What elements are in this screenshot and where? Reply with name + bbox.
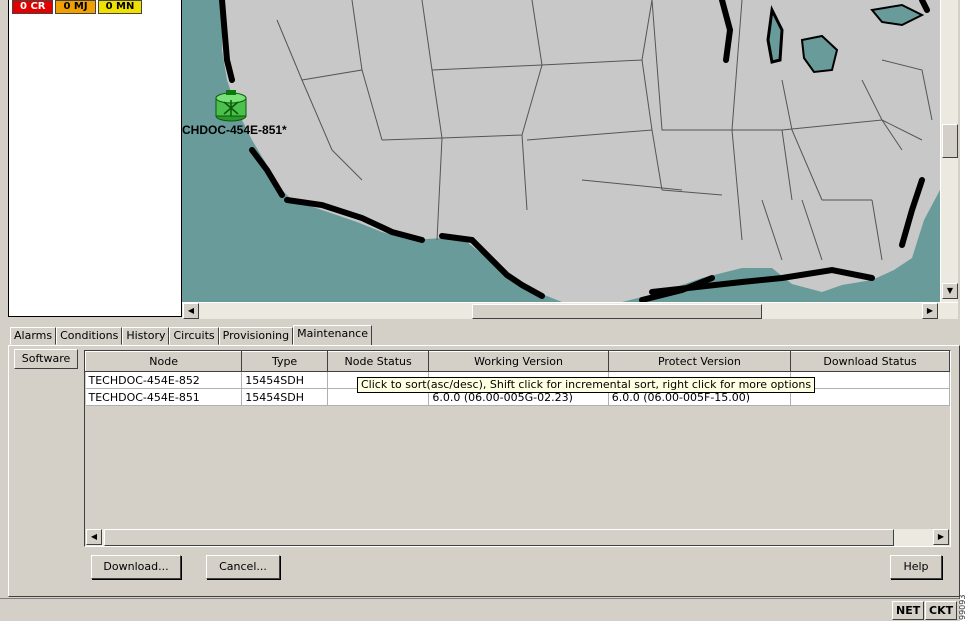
scroll-right-icon[interactable]: ▶	[922, 303, 938, 319]
ckt-view-button[interactable]: CKT	[925, 601, 958, 620]
cell-type: 15454SDH	[241, 388, 328, 406]
us-map-graphic	[219, 0, 940, 302]
major-alarm-count[interactable]: 0 MJ	[55, 0, 96, 14]
node-label[interactable]: CHDOC-454E-851*	[182, 123, 287, 137]
scroll-left-icon[interactable]: ◀	[86, 529, 102, 545]
map-vertical-scrollbar[interactable]: ▼	[940, 0, 958, 302]
cell-node: TECHDOC-454E-852	[85, 371, 243, 389]
critical-alarm-count[interactable]: 0 CR	[12, 0, 54, 14]
column-header-type[interactable]: Type	[241, 351, 328, 372]
column-header-protect-version[interactable]: Protect Version	[607, 351, 792, 372]
figure-code: 99093	[958, 594, 967, 620]
network-node-icon[interactable]	[214, 90, 248, 122]
tab-circuits[interactable]: Circuits	[169, 327, 219, 345]
table-horizontal-scrollbar[interactable]: ◀ ▶	[86, 529, 949, 546]
download-button[interactable]: Download...	[91, 555, 181, 579]
alarm-counts: 0 CR 0 MJ 0 MN	[12, 0, 143, 14]
map-horizontal-scrollbar[interactable]: ◀ ▶	[182, 302, 958, 319]
help-button[interactable]: Help	[890, 555, 942, 579]
tab-conditions[interactable]: Conditions	[56, 327, 123, 345]
tab-maintenance[interactable]: Maintenance	[293, 325, 372, 346]
main-tabs: Alarms Conditions History Circuits Provi…	[10, 325, 372, 346]
tab-provisioning[interactable]: Provisioning	[218, 327, 294, 345]
tab-alarms[interactable]: Alarms	[10, 327, 57, 345]
map-vertical-scroll-thumb[interactable]	[942, 124, 958, 158]
column-header-node-status[interactable]: Node Status	[326, 351, 430, 372]
scroll-right-icon[interactable]: ▶	[933, 529, 949, 545]
map-horizontal-scroll-thumb[interactable]	[472, 304, 762, 319]
alarm-summary-panel: 0 CR 0 MJ 0 MN	[8, 0, 182, 317]
status-bar: NET CKT	[0, 598, 960, 621]
tab-history[interactable]: History	[122, 327, 170, 345]
table-header-row: Node Type Node Status Working Version Pr…	[85, 351, 950, 372]
cell-type: 15454SDH	[241, 371, 328, 389]
cancel-button[interactable]: Cancel...	[206, 555, 280, 579]
cell-node: TECHDOC-454E-851	[85, 388, 243, 406]
column-header-download-status[interactable]: Download Status	[790, 351, 950, 372]
net-view-button[interactable]: NET	[892, 601, 925, 620]
column-header-working-version[interactable]: Working Version	[428, 351, 609, 372]
sort-tooltip: Click to sort(asc/desc), Shift click for…	[357, 377, 816, 393]
column-header-node[interactable]: Node	[85, 351, 243, 372]
ctc-window: 0 CR 0 MJ 0 MN CHDOC-454E-851* ▼ ◀ ▶ Ala…	[0, 0, 960, 621]
scroll-left-icon[interactable]: ◀	[183, 303, 199, 319]
subtab-software[interactable]: Software	[14, 349, 78, 369]
table-horizontal-scroll-thumb[interactable]	[104, 529, 894, 546]
scroll-down-icon[interactable]: ▼	[942, 283, 958, 299]
network-map[interactable]	[182, 0, 940, 302]
minor-alarm-count[interactable]: 0 MN	[97, 0, 143, 14]
